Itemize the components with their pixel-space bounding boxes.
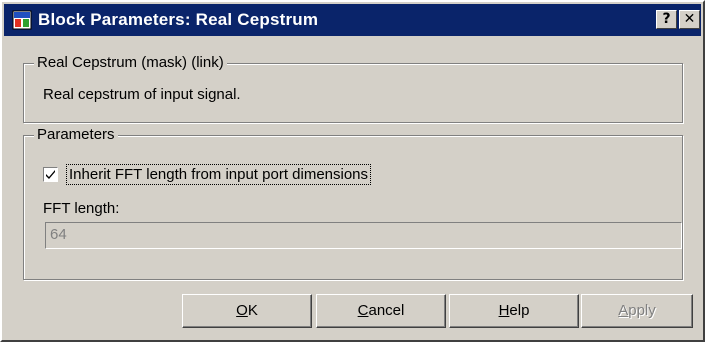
parameters-group: Parameters Inherit FFT length from input… bbox=[23, 126, 683, 280]
help-label: elp bbox=[509, 302, 530, 319]
ok-label: K bbox=[247, 302, 258, 319]
description-group: Real Cepstrum (mask) (link) Real cepstru… bbox=[23, 54, 683, 123]
window-title: Block Parameters: Real Cepstrum bbox=[38, 10, 319, 29]
cancel-label: ancel bbox=[368, 302, 405, 319]
fft-length-label: FFT length: bbox=[43, 200, 120, 217]
help-button[interactable]: Help bbox=[449, 294, 579, 328]
cancel-button[interactable]: Cancel bbox=[316, 294, 446, 328]
close-icon[interactable]: ✕ bbox=[679, 10, 700, 29]
apply-label: pply bbox=[628, 302, 656, 319]
help-title-button[interactable]: ? bbox=[656, 10, 677, 29]
cancel-mnemonic: C bbox=[357, 302, 369, 319]
parameters-group-legend: Parameters bbox=[34, 126, 118, 144]
block-description: Real cepstrum of input signal. bbox=[43, 86, 241, 103]
ok-button[interactable]: OK bbox=[182, 294, 312, 328]
block-parameters-dialog: Block Parameters: Real Cepstrum ? ✕ Real… bbox=[0, 0, 705, 342]
apply-button[interactable]: Apply bbox=[581, 294, 693, 328]
apply-mnemonic: A bbox=[618, 302, 629, 319]
inherit-fft-length-label[interactable]: Inherit FFT length from input port dimen… bbox=[66, 164, 372, 185]
description-group-legend: Real Cepstrum (mask) (link) bbox=[34, 54, 227, 72]
help-mnemonic: H bbox=[498, 302, 510, 319]
title-bar[interactable]: Block Parameters: Real Cepstrum ? ✕ bbox=[4, 4, 701, 36]
inherit-fft-length-checkbox[interactable] bbox=[43, 167, 58, 182]
fft-length-field[interactable]: 64 bbox=[45, 222, 682, 249]
simulink-block-icon bbox=[12, 10, 32, 30]
checkmark-icon bbox=[46, 170, 55, 179]
ok-mnemonic: O bbox=[236, 302, 248, 319]
